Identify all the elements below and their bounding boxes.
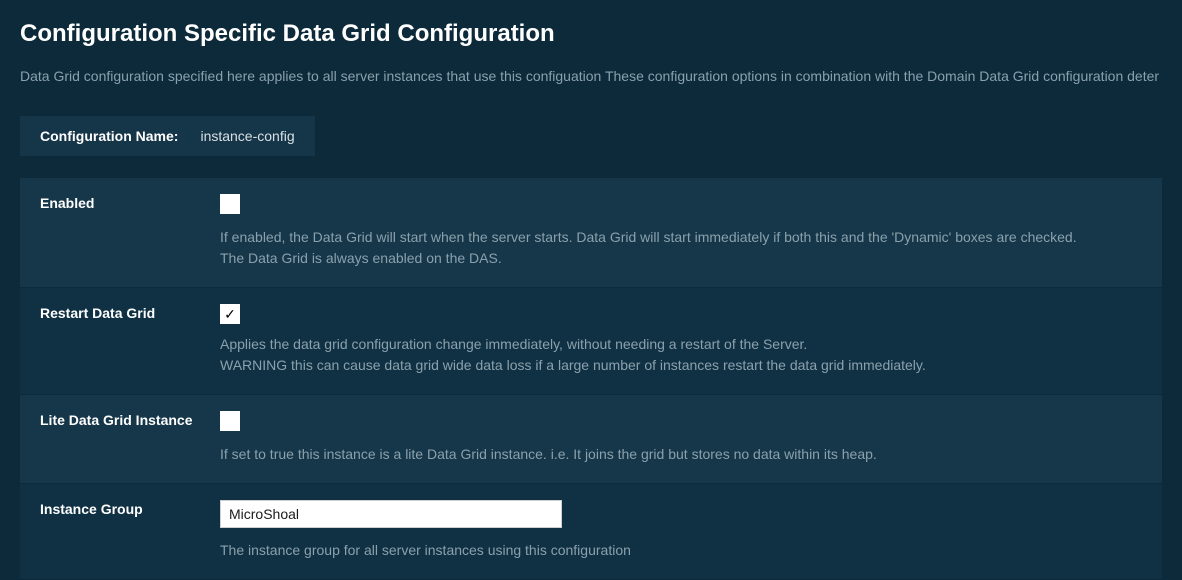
page-intro: Data Grid configuration specified here a… [20,68,1162,84]
enabled-help: If enabled, the Data Grid will start whe… [220,227,1142,269]
row-instance-group: Instance Group The instance group for al… [20,484,1162,580]
lite-help: If set to true this instance is a lite D… [220,444,1142,465]
instance-group-help: The instance group for all server instan… [220,540,1142,561]
config-name-bar: Configuration Name: instance-config [20,116,315,156]
page-title: Configuration Specific Data Grid Configu… [20,20,1162,48]
lite-checkbox[interactable] [220,411,240,431]
enabled-checkbox[interactable] [220,194,240,214]
instance-group-label: Instance Group [40,500,220,561]
row-lite: Lite Data Grid Instance If set to true t… [20,395,1162,484]
row-enabled: Enabled If enabled, the Data Grid will s… [20,178,1162,288]
lite-label: Lite Data Grid Instance [40,411,220,465]
instance-group-input[interactable] [220,500,562,528]
config-form: Enabled If enabled, the Data Grid will s… [20,178,1162,580]
row-restart: Restart Data Grid ✓ Applies the data gri… [20,288,1162,395]
config-name-value: instance-config [200,128,294,144]
restart-checkbox[interactable]: ✓ [220,304,240,324]
enabled-label: Enabled [40,194,220,269]
config-name-label: Configuration Name: [40,128,178,144]
restart-label: Restart Data Grid [40,304,220,376]
restart-help: Applies the data grid configuration chan… [220,334,1142,376]
